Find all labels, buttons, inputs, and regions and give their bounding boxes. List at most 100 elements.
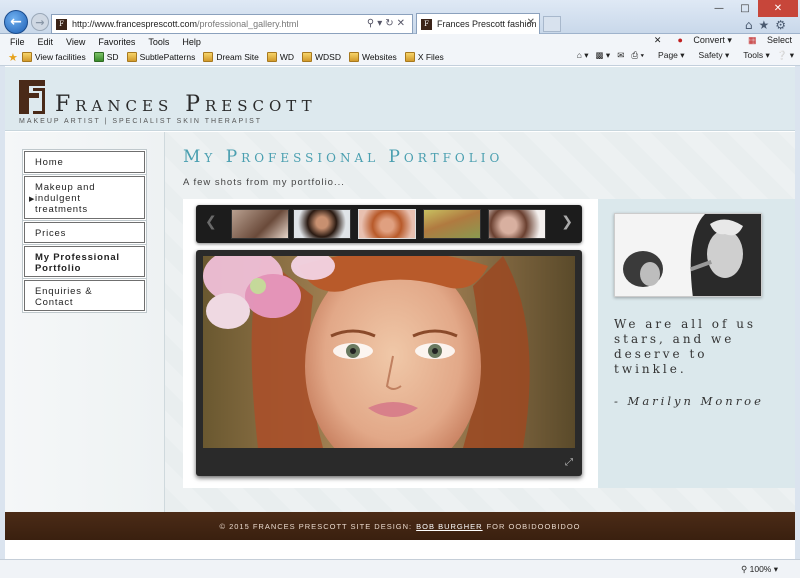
page-menu[interactable]: Page ▾ <box>651 50 685 61</box>
page-subtitle: A few shots from my portfolio... <box>183 177 345 188</box>
zoom-icon: ⚲ <box>741 564 748 574</box>
menu-favorites[interactable]: Favorites <box>98 37 135 47</box>
main-portfolio-photo[interactable] <box>203 256 575 448</box>
mail-icon[interactable]: ✉ <box>617 50 624 61</box>
favorite-item[interactable]: WDSD <box>302 52 341 62</box>
menu-tools[interactable]: Tools <box>148 37 169 47</box>
select-icon: ▦ <box>747 35 757 45</box>
back-arrow-icon: ← <box>10 14 22 30</box>
favorite-item[interactable]: Dream Site <box>203 52 259 62</box>
forward-button[interactable]: → <box>31 13 49 31</box>
favorite-item[interactable]: X Files <box>404 52 444 62</box>
nav-label: My Professional Portfolio <box>35 252 120 274</box>
nav-home[interactable]: Home <box>24 151 145 173</box>
favorite-item[interactable]: WD <box>266 52 294 62</box>
menu-edit[interactable]: Edit <box>38 37 54 47</box>
fullscreen-expand-icon[interactable]: ⤢ <box>565 457 573 468</box>
window-frame-right <box>795 66 800 559</box>
browser-toolbar: ← → F http://www.francesprescott.com/pro… <box>0 0 800 34</box>
nav-label: Makeup and indulgent treatments <box>35 182 96 215</box>
favorite-item[interactable]: SubtlePatterns <box>126 52 195 62</box>
sidebar-nav: Home ▶ Makeup and indulgent treatments Pr… <box>5 132 165 512</box>
nav-professional-portfolio[interactable]: My Professional Portfolio <box>24 246 145 277</box>
folder-icon <box>349 52 359 62</box>
safety-menu[interactable]: Safety ▾ <box>692 50 730 61</box>
pdf-icon: ● <box>677 35 683 45</box>
close-toolbar-icon[interactable]: ✕ <box>654 35 662 46</box>
footer-designer-link[interactable]: BOB BURGHER <box>416 522 482 531</box>
favorites-star-icon[interactable]: ★ <box>8 51 18 64</box>
thumbnails-next-icon[interactable]: ❯ <box>561 214 573 230</box>
gallery-thumbnail[interactable] <box>423 209 481 239</box>
menu-help[interactable]: Help <box>182 37 201 47</box>
close-window-button[interactable]: ✕ <box>758 0 798 17</box>
logo-icon[interactable] <box>19 80 47 114</box>
favorite-item[interactable]: View facilities <box>21 52 86 62</box>
zoom-control[interactable]: ⚲ 100% ▾ <box>741 564 778 575</box>
site-favicon: F <box>56 18 67 30</box>
gallery-thumbnail[interactable] <box>358 209 416 239</box>
minimize-button[interactable]: — <box>706 0 732 17</box>
folder-icon <box>404 52 415 62</box>
quote-panel: We are all of us stars, and we deserve t… <box>598 199 795 488</box>
nav-label: Home <box>35 157 64 168</box>
main-image-viewer: ⤢ <box>196 250 582 476</box>
home-icon[interactable]: ⌂ <box>745 18 759 32</box>
nav-enquiries-contact[interactable]: Enquiries & Contact <box>24 280 145 311</box>
nav-label: Enquiries & Contact <box>35 286 93 308</box>
folder-icon <box>93 52 104 62</box>
content-area: My Professional Portfolio A few shots fr… <box>165 132 795 512</box>
menu-file[interactable]: File <box>10 37 25 47</box>
page-title: My Professional Portfolio <box>183 147 504 167</box>
site-title[interactable]: Frances Prescott <box>55 92 317 117</box>
web-page: Frances Prescott MAKEUP ARTIST | SPECIAL… <box>5 67 795 559</box>
tab-close-icon[interactable]: ✕ <box>527 17 535 28</box>
maximize-button[interactable]: □ <box>732 0 758 17</box>
tools-menu[interactable]: Tools ▾ <box>736 50 769 61</box>
help-icon[interactable]: ❔ ▾ <box>777 50 794 61</box>
home-icon[interactable]: ⌂ ▾ <box>577 50 589 61</box>
tab-active[interactable]: F Frances Prescott fashion sh... ✕ <box>416 13 540 34</box>
address-bar-icons[interactable]: ⚲▾↻✕ <box>367 18 408 29</box>
favorite-item[interactable]: SD <box>93 52 119 62</box>
bw-photo-image <box>615 214 761 296</box>
window-controls: — □ ✕ <box>706 0 798 17</box>
convert-label: Convert <box>693 35 725 45</box>
tab-title: Frances Prescott fashion sh... <box>437 19 537 29</box>
quote-author: - Marilyn Monroe <box>614 394 764 408</box>
folder-icon <box>302 52 313 62</box>
gallery-thumbnail[interactable] <box>293 209 351 239</box>
gallery-thumbnail[interactable] <box>231 209 289 239</box>
menu-view[interactable]: View <box>66 37 85 47</box>
new-tab-button[interactable] <box>543 16 561 32</box>
gallery-thumbnail[interactable] <box>488 209 546 239</box>
menu-bar: File Edit View Favorites Tools Help ✕ ● … <box>0 34 800 49</box>
favorite-item[interactable]: Websites <box>349 52 397 62</box>
favorites-star-icon[interactable]: ★ <box>758 18 775 32</box>
print-icon[interactable]: ⎙ ▾ <box>631 50 644 61</box>
stop-icon: ✕ <box>396 18 408 29</box>
convert-button[interactable]: ● Convert ▾ <box>669 35 732 46</box>
address-bar[interactable]: F http://www.francesprescott.com/profess… <box>51 14 413 34</box>
chrome-icon-group: ⌂★⚙ <box>745 18 792 32</box>
gallery: ❮ ❯ ⤢ <box>183 199 598 488</box>
url-text: http://www.francesprescott.com/professio… <box>72 19 299 29</box>
thumbnails-prev-icon[interactable]: ❮ <box>205 214 217 230</box>
search-icon: ⚲ <box>366 18 378 29</box>
quote-text: We are all of us stars, and we deserve t… <box>614 317 757 376</box>
thumbnail-strip: ❮ ❯ <box>196 205 582 243</box>
back-button[interactable]: ← <box>4 10 28 34</box>
site-footer: © 2015 FRANCES PRESCOTT SITE DESIGN: BOB… <box>5 512 795 540</box>
nav-makeup-treatments[interactable]: ▶ Makeup and indulgent treatments <box>24 176 145 219</box>
favorites-bar: ★ View facilities SD SubtlePatterns Drea… <box>0 49 800 66</box>
select-button[interactable]: ▦ Select <box>740 35 792 46</box>
folder-icon <box>203 52 214 62</box>
feeds-icon[interactable]: ▩ ▾ <box>596 50 611 61</box>
gear-icon[interactable]: ⚙ <box>775 18 792 32</box>
quote-photo <box>614 213 762 297</box>
tab-favicon: F <box>421 18 432 30</box>
folder-icon <box>21 52 32 62</box>
menu-right-tools: ✕ ● Convert ▾ ▦ Select <box>646 35 792 46</box>
submenu-arrow-icon: ▶ <box>29 196 36 203</box>
nav-prices[interactable]: Prices <box>24 222 145 243</box>
